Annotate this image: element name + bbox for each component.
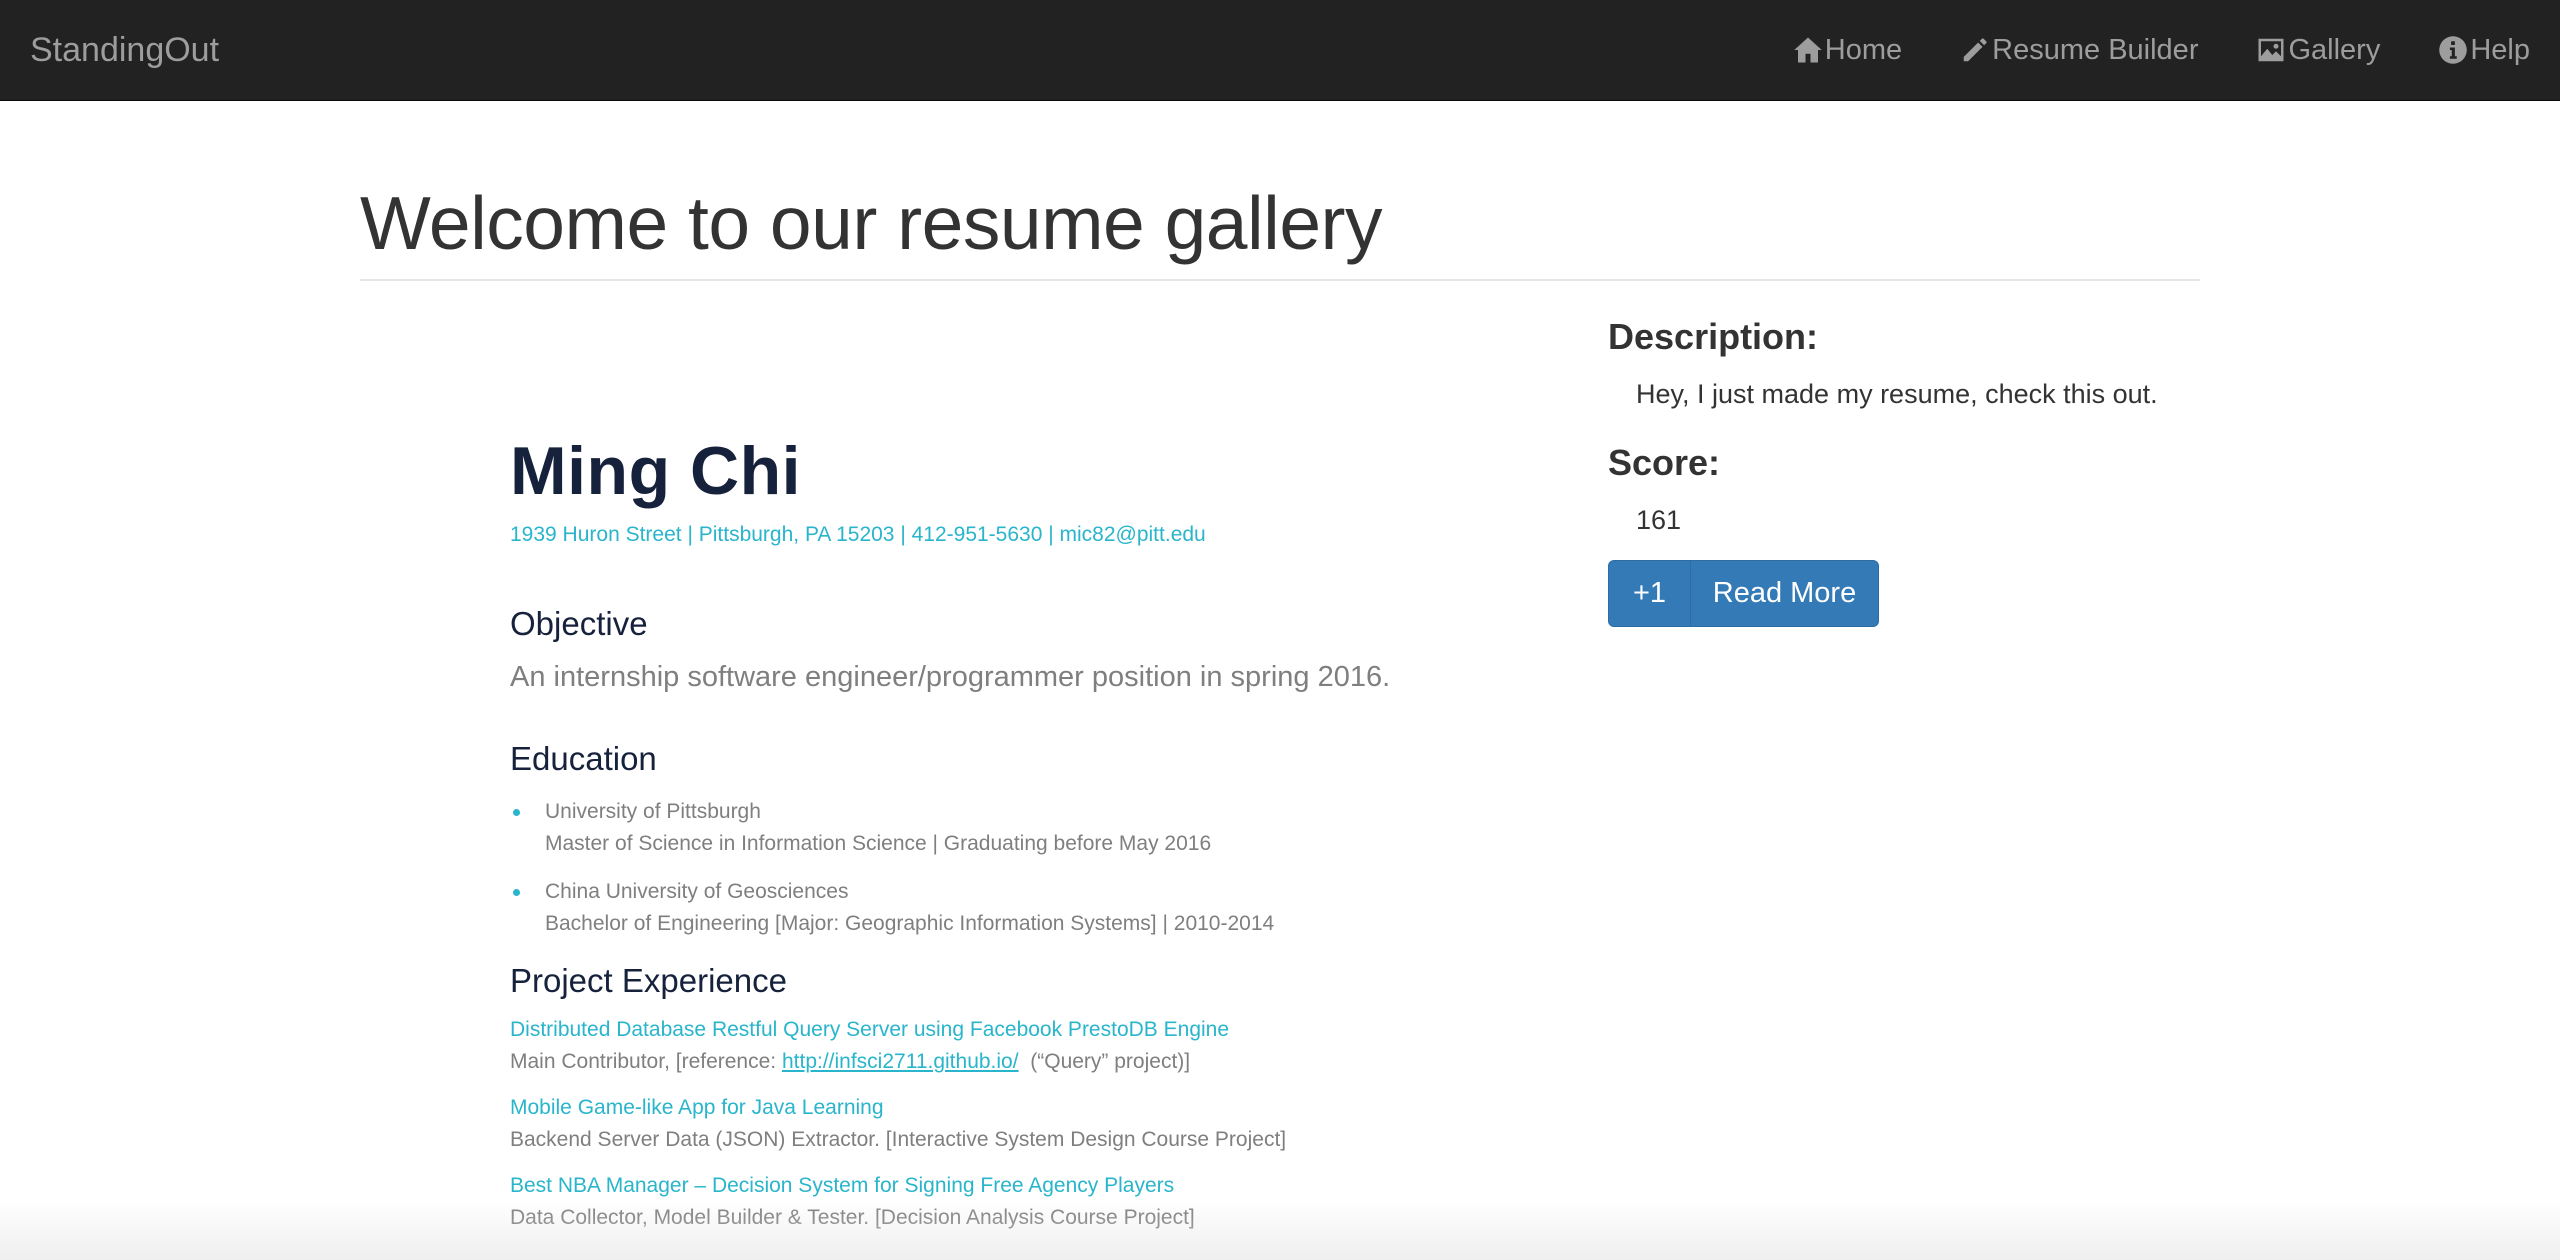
project-desc-prefix: Main Contributor, [reference: [510,1050,782,1073]
education-item: China University of Geosciences Bachelor… [510,876,1510,940]
education-detail: Bachelor of Engineering [Major: Geograph… [545,912,1275,935]
read-more-button[interactable]: Read More [1690,560,1879,627]
education-heading: Education [510,740,657,777]
project-description: Backend Server Data (JSON) Extractor. [I… [510,1128,1287,1151]
page-title: Welcome to our resume gallery [360,181,1383,265]
project-description: Data Collector, Model Builder & Tester. … [510,1206,1195,1229]
description-text: Hey, I just made my resume, check this o… [1636,379,2158,409]
education-item: University of Pittsburgh Master of Scien… [510,796,1510,860]
project-desc-suffix: (“Query” project)] [1018,1050,1191,1073]
nav-menu: Home Resume Builder Gallery Help [1793,0,2530,100]
project-title: Mobile Game-like App for Java Learning [510,1096,884,1119]
objective-heading: Objective [510,605,648,642]
project-title: Distributed Database Restful Query Serve… [510,1018,1230,1041]
project-heading: Project Experience [510,962,787,999]
navbar: StandingOut Home Resume Builder Gallery … [0,0,2560,101]
nav-item-resume-builder[interactable]: Resume Builder [1960,34,2198,67]
education-school: China University of Geosciences [545,880,849,903]
plus-one-button[interactable]: +1 [1608,560,1691,627]
project-item: Distributed Database Restful Query Serve… [510,1014,1510,1078]
action-button-group: +1 Read More [1608,560,2208,627]
education-school: University of Pittsburgh [545,800,761,823]
resume-info-panel: Description: Hey, I just made my resume,… [1608,310,2208,627]
project-description: Main Contributor, [reference: http://inf… [510,1046,1510,1078]
header-divider [360,279,2200,281]
brand-logo[interactable]: StandingOut [30,0,219,100]
info-icon [2439,36,2468,64]
project-item: Mobile Game-like App for Java Learning B… [510,1092,1510,1156]
project-title: Best NBA Manager – Decision System for S… [510,1174,1175,1197]
nav-item-gallery[interactable]: Gallery [2256,34,2380,67]
pencil-icon [1963,38,1987,62]
reference-link[interactable]: http://infsci2711.github.io/ [782,1050,1019,1073]
home-icon [1794,37,1822,63]
resume-contact: 1939 Huron Street | Pittsburgh, PA 15203… [510,523,1206,546]
score-heading: Score: [1608,442,1721,483]
project-item: Best NBA Manager – Decision System for S… [510,1170,1510,1234]
education-list: University of Pittsburgh Master of Scien… [510,796,1510,940]
resume-preview: Ming Chi 1939 Huron Street | Pittsburgh,… [510,425,1510,1234]
objective-text: An internship software engineer/programm… [510,661,1391,693]
nav-item-home[interactable]: Home [1793,34,1902,67]
score-value: 161 [1636,505,1682,535]
nav-item-label: Home [1824,33,1903,66]
nav-item-label: Resume Builder [1992,33,2199,66]
resume-name: Ming Chi [510,433,802,509]
nav-item-label: Help [2470,33,2530,66]
education-detail: Master of Science in Information Science… [545,832,1212,855]
description-heading: Description: [1608,316,1819,357]
nav-item-help[interactable]: Help [2438,34,2530,67]
bullet-icon [513,889,520,896]
bullet-icon [513,809,520,816]
nav-item-label: Gallery [2288,33,2381,66]
picture-icon [2258,38,2284,62]
